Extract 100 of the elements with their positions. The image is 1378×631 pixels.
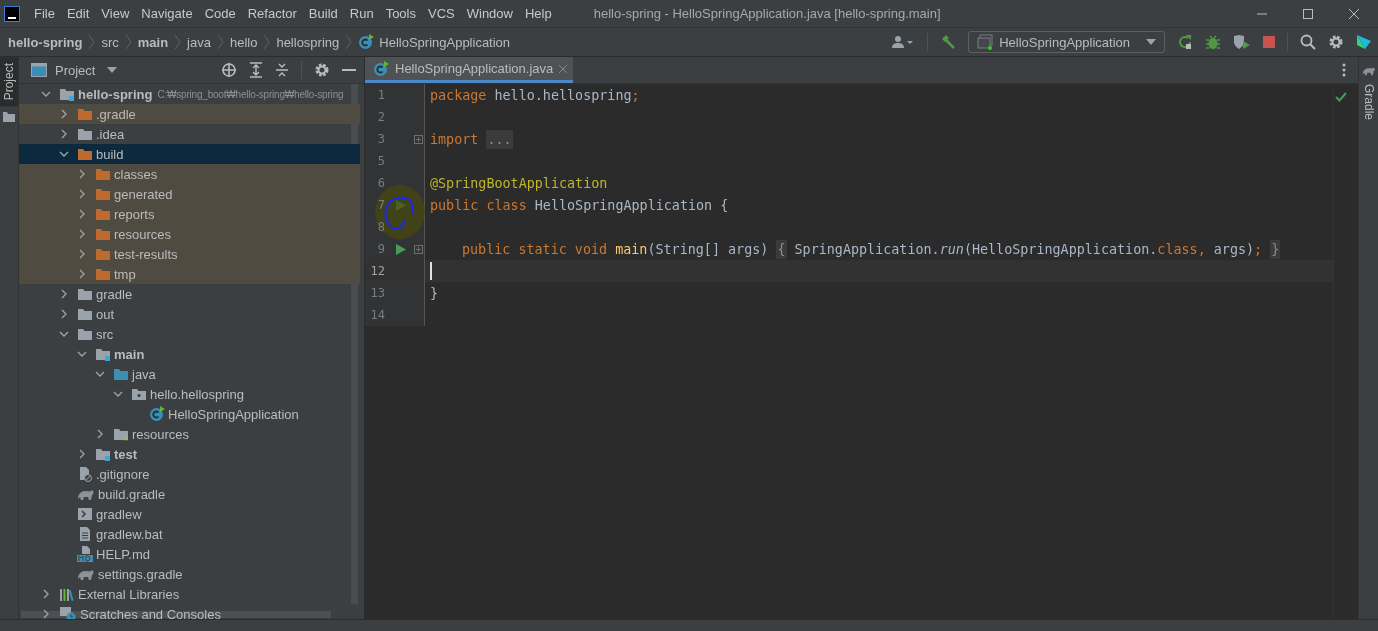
tree-item[interactable]: classes [19,164,360,184]
folder-icon[interactable] [3,112,15,123]
menu-item[interactable]: Edit [60,0,96,27]
folder-icon [95,227,111,241]
breadcrumb[interactable]: HelloSpringApplication [379,34,511,50]
tree-item[interactable]: resources [19,224,360,244]
tree-item[interactable]: gradlew [19,504,360,524]
user-icon[interactable] [891,35,916,49]
tree-item[interactable]: .gitignore [19,464,360,484]
hammer-icon[interactable] [940,34,957,50]
tree-item[interactable]: java [19,364,360,384]
tree-item[interactable]: HelloSpringApplication [19,404,360,424]
bug-icon[interactable] [1205,34,1221,50]
run-icon[interactable] [396,243,406,255]
chevron-right-icon[interactable] [77,169,87,179]
tree-item[interactable]: reports [19,204,360,224]
close-icon[interactable] [1348,7,1360,20]
breadcrumb[interactable]: hellospring [276,34,340,50]
menu-item[interactable]: Tools [379,0,422,27]
elephant-icon[interactable] [1361,65,1376,76]
menu-item[interactable]: Navigate [135,0,199,27]
chevron-right-icon[interactable] [59,129,69,139]
side-tab[interactable]: Gradle [1359,80,1378,125]
chevron-down-icon[interactable] [77,349,87,359]
menu-item[interactable]: Refactor [241,0,303,27]
breadcrumb[interactable]: hello [229,34,258,50]
minimize-icon[interactable] [342,68,356,72]
tree-item[interactable]: main [19,344,360,364]
breadcrumb[interactable]: src [101,34,119,50]
tree-item[interactable]: build [19,144,360,164]
tree-item[interactable]: resources [19,424,360,444]
menu-item[interactable]: Window [460,0,519,27]
tree-label: build [96,146,124,162]
toolbox-logo-icon[interactable] [1356,34,1372,50]
settings-icon[interactable] [1328,34,1344,50]
tree-item[interactable]: generated [19,184,360,204]
search-icon[interactable] [1300,34,1316,50]
menu-item[interactable]: View [95,0,136,27]
tree-item[interactable]: gradle [19,284,360,304]
menu-item[interactable]: Run [343,0,380,27]
chevron-right-icon[interactable] [77,209,87,219]
chevron-right-icon[interactable] [59,309,69,319]
tree-item[interactable]: hello-spring C:₩spring_boot₩hello-spring₩hello-spring [19,84,360,104]
chevron-right-icon[interactable] [77,249,87,259]
line-number: 9 [376,242,385,256]
tree-item[interactable]: src [19,324,360,344]
chevron-down-icon[interactable] [95,369,105,379]
shield-run-icon[interactable] [1233,34,1251,50]
chevron-right-icon[interactable] [77,189,87,199]
rerun-icon[interactable] [1177,34,1193,50]
tree-item[interactable]: settings.gradle [19,564,360,584]
collapse-all-icon[interactable] [275,62,289,78]
fold-icon[interactable] [414,134,423,144]
menu-item[interactable]: Help [518,0,558,27]
breadcrumb[interactable]: java [187,34,211,50]
tree-item[interactable]: External Libraries [19,584,360,604]
class-icon [373,60,389,77]
tree-item[interactable]: test [19,444,360,464]
tree-item[interactable]: test-results [19,244,360,264]
expand-all-icon[interactable] [249,62,263,78]
menu-item[interactable]: Code [198,0,242,27]
chevron-down-icon[interactable] [41,89,51,99]
chevron-right-icon[interactable] [59,289,69,299]
tree-item[interactable]: tmp [19,264,360,284]
tree-item[interactable]: HELP.md [19,544,360,564]
tree-item[interactable]: out [19,304,360,324]
project-view-dropdown[interactable]: Project [31,62,118,78]
tree-item[interactable]: .idea [19,124,360,144]
fold-icon[interactable] [414,244,423,254]
tree-item[interactable]: hello.hellospring [19,384,360,404]
chevron-right-icon[interactable] [41,589,51,599]
chevron-right-icon[interactable] [95,429,105,439]
chevron-right-icon[interactable] [77,449,87,459]
tree-item[interactable]: gradlew.bat [19,524,360,544]
folder-icon [95,267,111,281]
menu-item[interactable]: Build [302,0,344,27]
folder-icon [95,167,111,181]
tree-item[interactable]: .gradle [19,104,360,124]
menu-item[interactable]: File [28,0,61,27]
menu-item[interactable]: VCS [422,0,461,27]
chevron-right-icon[interactable] [77,269,87,279]
chevron-down-icon[interactable] [59,329,69,339]
maximize-icon[interactable] [1302,7,1314,20]
breadcrumb[interactable]: hello-spring [8,34,83,50]
line-number: 5 [376,154,385,168]
editor-tab[interactable]: HelloSpringApplication.java [365,57,574,83]
chevron-down-icon[interactable] [59,149,69,159]
more-icon[interactable] [1342,63,1346,77]
chevron-right-icon[interactable] [59,109,69,119]
chevron-down-icon[interactable] [113,389,123,399]
scrollbar[interactable] [351,84,358,604]
run-configuration-dropdown[interactable]: HelloSpringApplication [968,31,1165,53]
locate-icon[interactable] [221,62,237,78]
chevron-right-icon[interactable] [77,229,87,239]
scrollbar[interactable] [21,611,331,618]
breadcrumb[interactable]: main [137,34,169,50]
side-tab[interactable]: Project [0,57,18,107]
file-icon [77,466,93,482]
tree-item[interactable]: build.gradle [19,484,360,504]
settings-icon[interactable] [314,62,330,78]
